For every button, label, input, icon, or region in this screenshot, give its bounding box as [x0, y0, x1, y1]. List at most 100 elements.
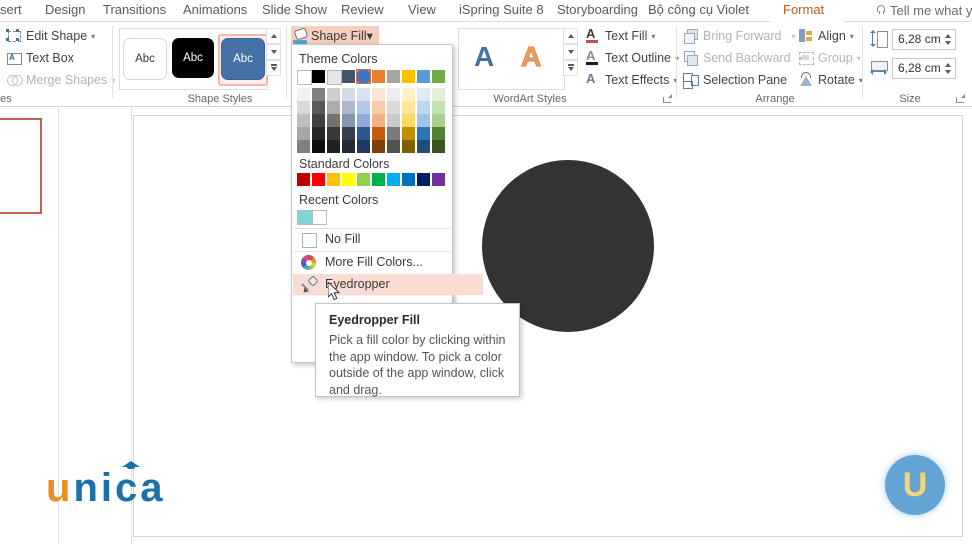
theme-variant-5-3[interactable]	[372, 127, 385, 140]
theme-variant-3-4[interactable]	[342, 140, 355, 153]
rotate-button[interactable]: Rotate ▾	[798, 70, 863, 90]
wordart-scroll-down-button[interactable]	[563, 44, 578, 60]
standard-swatch-2[interactable]	[327, 173, 340, 186]
standard-swatch-0[interactable]	[297, 173, 310, 186]
standard-swatch-6[interactable]	[387, 173, 400, 186]
tab-review[interactable]: Review	[337, 0, 388, 22]
shape-fill-menu[interactable]: Theme Colors Standard Colors Recent Colo…	[291, 44, 483, 357]
text-fill-button[interactable]: Text Fill▾	[585, 26, 655, 46]
theme-variant-9-0[interactable]	[432, 88, 445, 101]
merge-shapes-button[interactable]: Merge Shapes ▾	[6, 70, 115, 90]
theme-variant-5-2[interactable]	[372, 114, 385, 127]
theme-variant-3-1[interactable]	[342, 101, 355, 114]
theme-swatch-6[interactable]	[387, 70, 400, 83]
tab-insert[interactable]: sert	[0, 0, 26, 22]
theme-swatch-1[interactable]	[312, 70, 325, 83]
shape-styles-gallery[interactable]: Abc Abc Abc	[119, 28, 268, 90]
tell-me-box[interactable]: Tell me what you	[876, 0, 972, 22]
theme-variant-3-2[interactable]	[342, 114, 355, 127]
theme-variant-8-1[interactable]	[417, 101, 430, 114]
standard-swatch-7[interactable]	[402, 173, 415, 186]
standard-swatch-9[interactable]	[432, 173, 445, 186]
theme-variant-1-2[interactable]	[312, 114, 325, 127]
tab-slide-show[interactable]: Slide Show	[258, 0, 331, 22]
tab-format[interactable]: Format	[779, 0, 828, 22]
bring-forward-button[interactable]: Bring Forward ▾	[683, 26, 796, 46]
theme-swatch-7[interactable]	[402, 70, 415, 83]
theme-variant-8-3[interactable]	[417, 127, 430, 140]
theme-swatch-5[interactable]	[372, 70, 385, 83]
theme-variant-2-1[interactable]	[327, 101, 340, 114]
theme-variant-7-0[interactable]	[402, 88, 415, 101]
text-outline-button[interactable]: Text Outline▾	[585, 48, 679, 68]
theme-variant-4-3[interactable]	[357, 127, 370, 140]
standard-swatch-4[interactable]	[357, 173, 370, 186]
theme-variant-2-3[interactable]	[327, 127, 340, 140]
theme-variant-0-0[interactable]	[297, 88, 310, 101]
shape-height-stepper[interactable]	[944, 31, 953, 48]
theme-variant-6-0[interactable]	[387, 88, 400, 101]
wordart-style-blue[interactable]: A	[474, 37, 494, 77]
selection-pane-button[interactable]: Selection Pane	[683, 70, 787, 90]
theme-variant-2-4[interactable]	[327, 140, 340, 153]
theme-variant-6-3[interactable]	[387, 127, 400, 140]
theme-variant-1-4[interactable]	[312, 140, 325, 153]
theme-variant-5-4[interactable]	[372, 140, 385, 153]
theme-swatch-8[interactable]	[417, 70, 430, 83]
theme-variant-3-3[interactable]	[342, 127, 355, 140]
wordart-style-orange[interactable]: A	[520, 37, 541, 77]
shape-height-field[interactable]: 6,28 cm	[892, 29, 956, 50]
theme-variant-3-0[interactable]	[342, 88, 355, 101]
send-backward-button[interactable]: Send Backward ▾	[683, 48, 803, 68]
standard-swatch-5[interactable]	[372, 173, 385, 186]
tab-view[interactable]: View	[404, 0, 440, 22]
theme-variant-0-2[interactable]	[297, 114, 310, 127]
theme-variant-1-0[interactable]	[312, 88, 325, 101]
align-button[interactable]: Align ▾	[798, 26, 854, 46]
shape-width-stepper[interactable]	[944, 60, 953, 77]
theme-variant-7-3[interactable]	[402, 127, 415, 140]
theme-variant-7-2[interactable]	[402, 114, 415, 127]
theme-variant-7-4[interactable]	[402, 140, 415, 153]
recent-swatch-0[interactable]	[297, 210, 312, 225]
shape-width-field[interactable]: 6,28 cm	[892, 58, 956, 79]
theme-variant-4-2[interactable]	[357, 114, 370, 127]
gallery-scroll-down-button[interactable]	[266, 44, 281, 60]
wordart-more-button[interactable]	[563, 60, 578, 76]
theme-variant-1-3[interactable]	[312, 127, 325, 140]
theme-variant-2-0[interactable]	[327, 88, 340, 101]
gallery-scroll-up-button[interactable]	[266, 28, 281, 44]
theme-variant-8-4[interactable]	[417, 140, 430, 153]
theme-variant-6-2[interactable]	[387, 114, 400, 127]
theme-variant-5-1[interactable]	[372, 101, 385, 114]
theme-variant-6-1[interactable]	[387, 101, 400, 114]
theme-swatch-2[interactable]	[327, 70, 342, 85]
theme-variant-9-3[interactable]	[432, 127, 445, 140]
theme-variant-9-4[interactable]	[432, 140, 445, 153]
edit-shape-button[interactable]: Edit Shape ▾	[6, 26, 95, 46]
theme-variant-8-2[interactable]	[417, 114, 430, 127]
theme-variant-2-2[interactable]	[327, 114, 340, 127]
theme-variant-4-0[interactable]	[357, 88, 370, 101]
tab-violet-toolkit[interactable]: Bộ công cụ Violet	[644, 0, 753, 22]
shape-style-black[interactable]: Abc	[172, 38, 214, 78]
theme-variant-7-1[interactable]	[402, 101, 415, 114]
shape-style-blue[interactable]: Abc	[221, 38, 265, 80]
wordart-scroll-buttons[interactable]	[563, 28, 578, 76]
wordart-dialog-launcher[interactable]	[663, 94, 672, 103]
standard-swatch-8[interactable]	[417, 173, 430, 186]
shape-styles-scroll-buttons[interactable]	[266, 28, 281, 76]
tab-storyboarding[interactable]: Storyboarding	[553, 0, 642, 22]
theme-swatch-3[interactable]	[342, 70, 355, 83]
eyedropper-menu-item[interactable]: Eyedropper	[293, 274, 483, 295]
text-box-button[interactable]: Text Box	[6, 48, 74, 68]
wordart-scroll-up-button[interactable]	[563, 28, 578, 44]
theme-variant-9-1[interactable]	[432, 101, 445, 114]
tab-animations[interactable]: Animations	[179, 0, 251, 22]
theme-swatch-0[interactable]	[297, 70, 312, 85]
recent-swatch-1[interactable]	[312, 210, 327, 225]
gallery-more-button[interactable]	[266, 60, 281, 76]
theme-variant-5-0[interactable]	[372, 88, 385, 101]
more-fill-colors-menu-item[interactable]: More Fill Colors...	[293, 252, 483, 273]
theme-variant-4-1[interactable]	[357, 101, 370, 114]
